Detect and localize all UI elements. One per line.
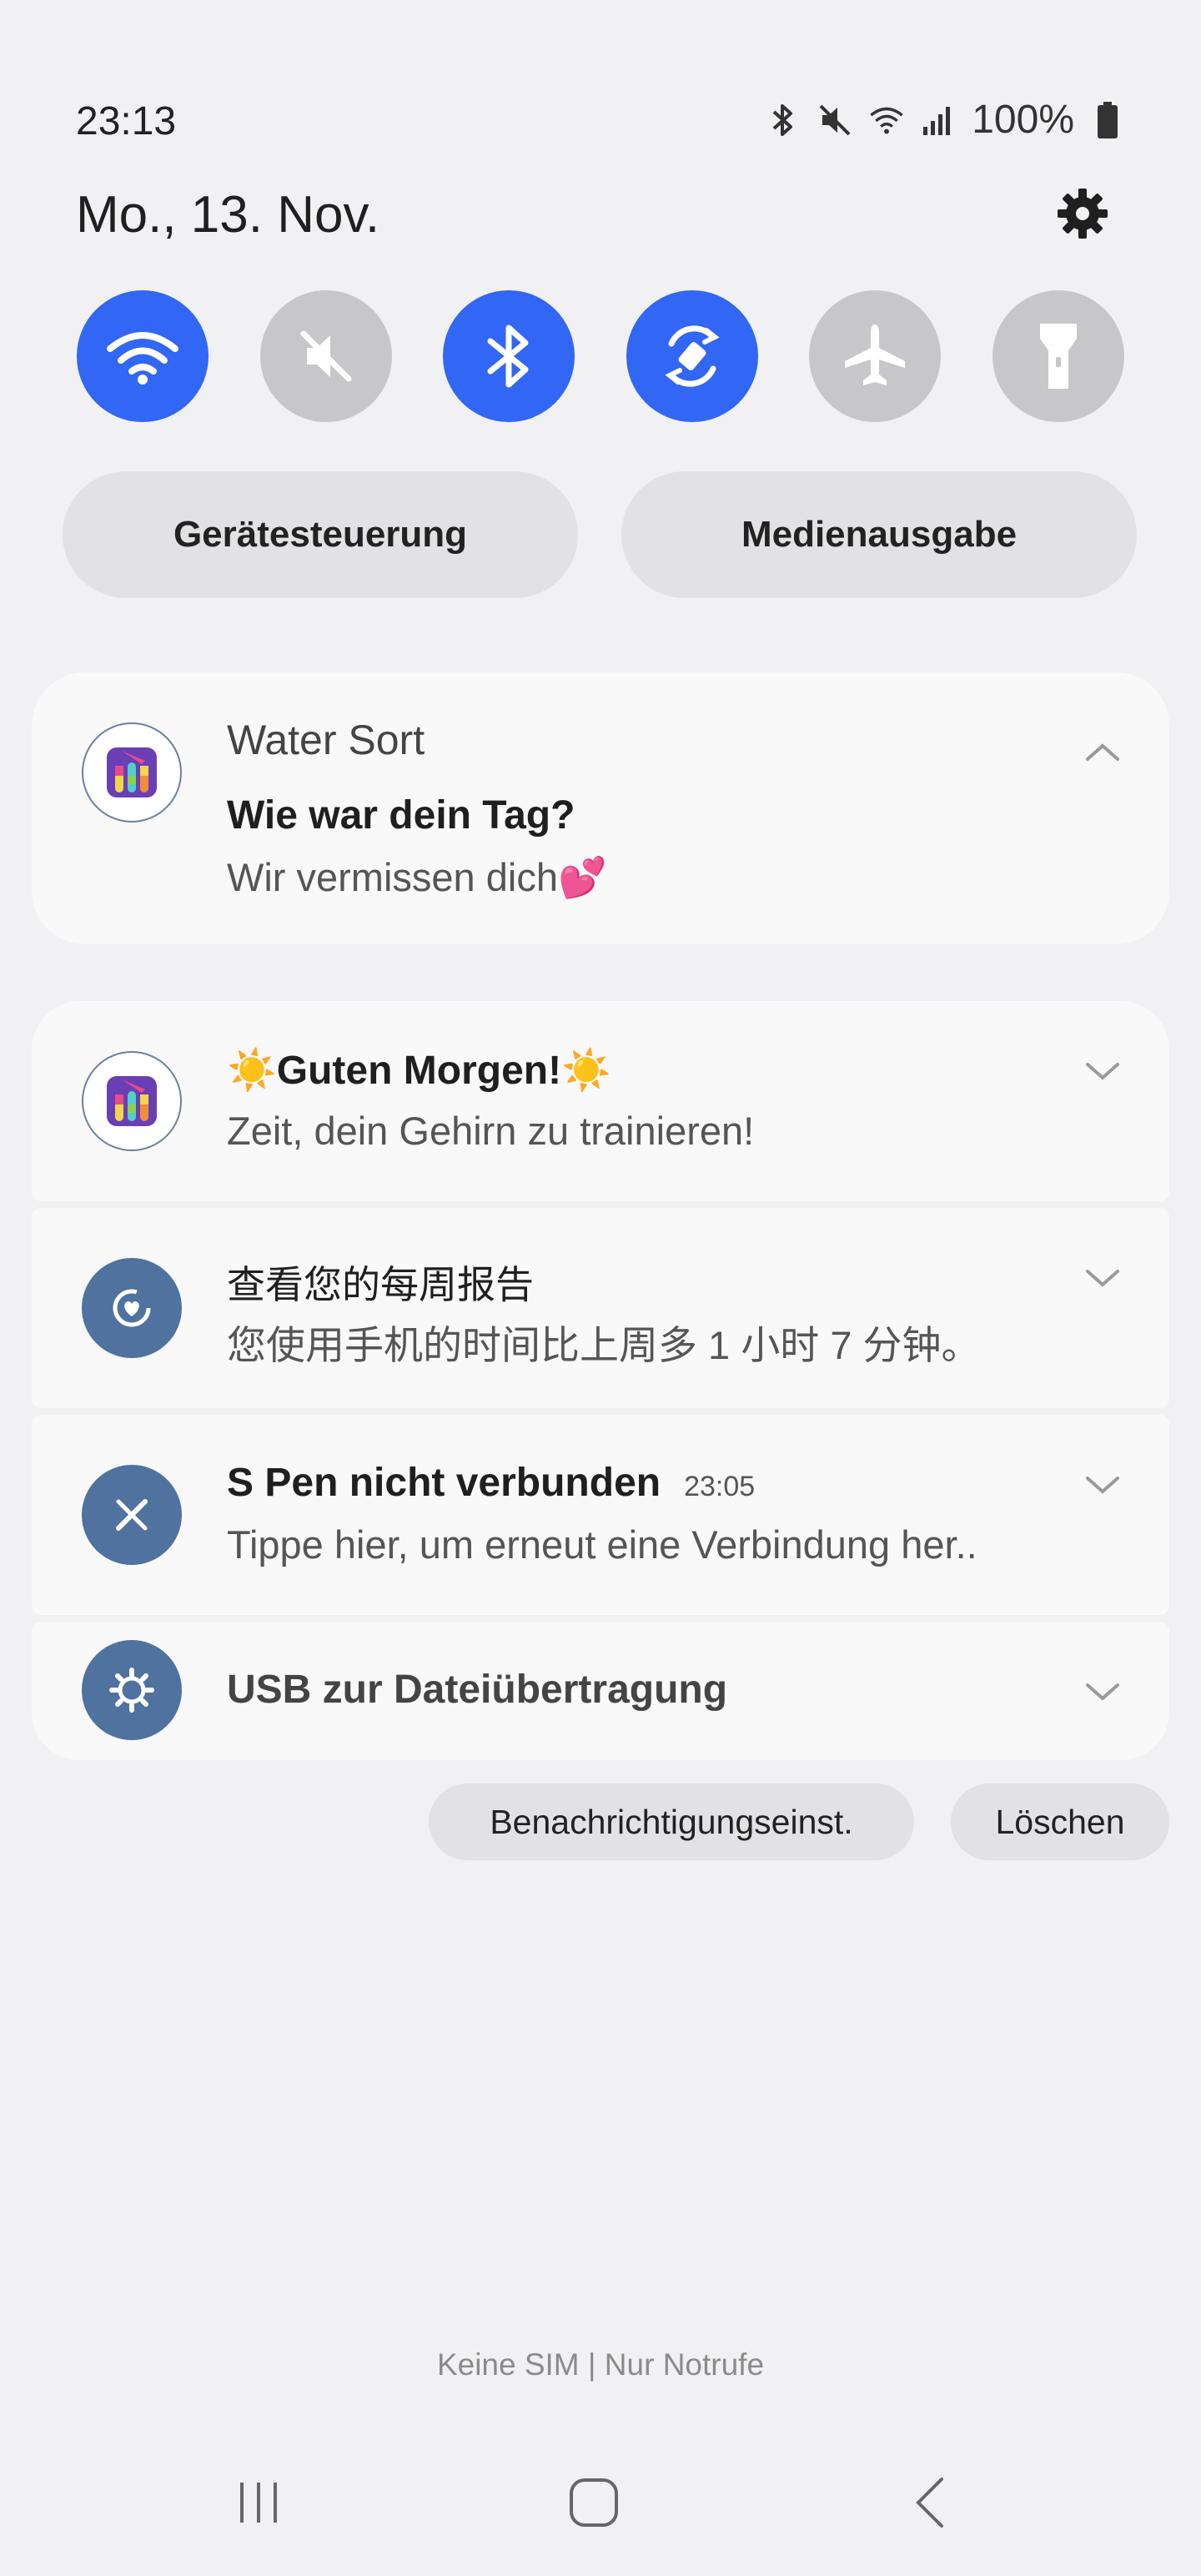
recents-icon [240, 2483, 277, 2523]
notification-morning[interactable]: ☀️Guten Morgen!☀️ Zeit, dein Gehirn zu t… [32, 1001, 1169, 1201]
digital-wellbeing-icon [82, 1258, 182, 1358]
chevron-down-icon[interactable] [1084, 1472, 1121, 1497]
notification-title: Wie war dein Tag? [227, 793, 575, 838]
bluetooth-icon [487, 325, 529, 388]
battery-icon [1089, 98, 1126, 142]
chevron-down-icon[interactable] [1084, 1678, 1121, 1703]
flashlight-icon [1039, 324, 1077, 389]
bluetooth-toggle[interactable] [443, 290, 575, 422]
clear-all-button[interactable]: Löschen [951, 1784, 1169, 1860]
chevron-up-icon[interactable] [1084, 739, 1121, 764]
water-sort-app-icon [82, 722, 182, 823]
chevron-down-icon[interactable] [1084, 1058, 1121, 1083]
home-button[interactable] [560, 2469, 627, 2536]
quick-settings-toggles [77, 290, 1124, 422]
notification-body: Wir vermissen dich💕 [227, 855, 607, 899]
notification-body: Tippe hier, um erneut eine Verbindung he… [227, 1522, 977, 1567]
notification-time: 23:05 [684, 1471, 756, 1502]
recent-apps-button[interactable] [225, 2469, 292, 2536]
auto-rotate-icon [665, 325, 720, 387]
home-icon [570, 2478, 618, 2527]
sound-toggle[interactable] [259, 290, 392, 422]
water-sort-app-icon [82, 1051, 182, 1151]
status-time: 23:13 [76, 99, 177, 143]
chevron-down-icon[interactable] [1084, 1265, 1121, 1290]
notification-title-row: S Pen nicht verbunden 23:05 [227, 1460, 755, 1506]
back-button[interactable] [897, 2469, 964, 2536]
notification-title: ☀️Guten Morgen!☀️ [227, 1049, 611, 1093]
back-icon [916, 2478, 943, 2528]
notification-shade: 23:13 100% Mo., 13. Nov. Gerätesteuerung… [0, 0, 1201, 2576]
airplane-icon [845, 325, 906, 385]
wifi-icon [868, 98, 905, 142]
android-system-icon [82, 1640, 182, 1740]
carrier-label: Keine SIM | Nur Notrufe [436, 2347, 765, 2382]
notification-weekly-report[interactable]: 查看您的每周报告 您使用手机的时间比上周多 1 小时 7 分钟。 [32, 1208, 1169, 1408]
wifi-icon [107, 332, 178, 385]
notification-settings-button[interactable]: Benachrichtigungseinst. [429, 1784, 914, 1860]
device-control-button[interactable]: Gerätesteuerung [63, 471, 578, 598]
gear-icon [1058, 189, 1108, 239]
settings-gear-icon[interactable] [1053, 184, 1113, 244]
status-icons: 100% [765, 97, 1126, 143]
notification-app-name: Water Sort [227, 717, 425, 763]
notification-body: Zeit, dein Gehirn zu trainieren! [227, 1109, 755, 1153]
battery-percentage: 100% [972, 98, 1074, 142]
bluetooth-icon [765, 98, 802, 142]
signal-icon [920, 98, 957, 142]
notification-body: 您使用手机的时间比上周多 1 小时 7 分钟。 [227, 1323, 981, 1367]
media-output-button[interactable]: Medienausgabe [621, 471, 1137, 598]
spen-icon [82, 1465, 182, 1565]
flashlight-toggle[interactable] [992, 290, 1124, 422]
mute-icon [300, 330, 352, 382]
wifi-toggle[interactable] [77, 290, 209, 422]
notification-usb[interactable]: USB zur Dateiübertragung [32, 1622, 1169, 1760]
navigation-bar [0, 2469, 1201, 2536]
mute-icon [817, 98, 853, 142]
notification-title: USB zur Dateiübertragung [227, 1668, 728, 1712]
notification-title: 查看您的每周报告 [227, 1263, 534, 1306]
date-label: Mo., 13. Nov. [76, 186, 380, 244]
notification-title: S Pen nicht verbunden [227, 1461, 661, 1505]
notification-water-sort[interactable]: Water Sort Wie war dein Tag? Wir vermiss… [32, 672, 1169, 944]
notification-spen[interactable]: S Pen nicht verbunden 23:05 Tippe hier, u… [32, 1415, 1169, 1615]
auto-rotate-toggle[interactable] [626, 290, 758, 422]
airplane-mode-toggle[interactable] [809, 290, 942, 422]
